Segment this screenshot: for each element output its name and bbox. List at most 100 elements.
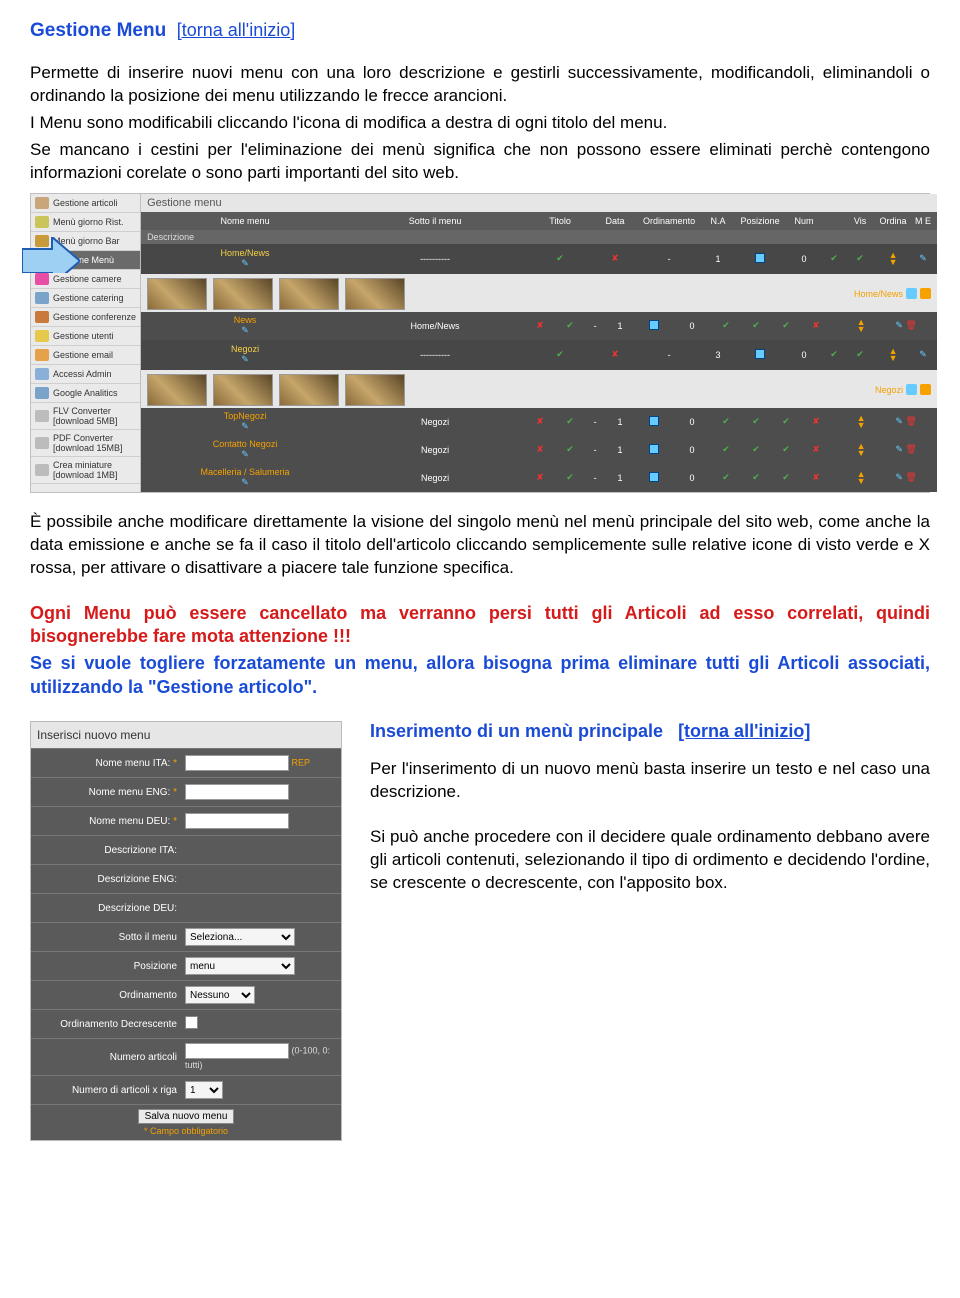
reorder-arrows[interactable]: ▲▼ [873,252,913,266]
check-icon[interactable]: ✔ [566,472,574,482]
edit-icon[interactable]: ✎ [919,253,927,263]
check-icon[interactable]: ✔ [722,444,730,454]
trash-icon[interactable]: 🗑 [905,320,916,330]
edit-icon[interactable]: ✎ [241,325,249,335]
trash-icon[interactable]: 🗑 [905,416,916,426]
edit-small-icon[interactable] [906,384,917,395]
x-icon[interactable]: ✘ [536,444,544,454]
insert-back-link[interactable]: [torna all'inizio] [678,721,810,741]
sidebar-item-8[interactable]: Gestione email [31,346,140,365]
x-icon[interactable]: ✘ [536,416,544,426]
check-icon[interactable]: ✔ [556,253,564,263]
check-icon[interactable]: ✔ [556,349,564,359]
text-field[interactable] [185,755,289,771]
reorder-arrows[interactable]: ▲▼ [831,471,891,485]
text-field[interactable] [185,784,289,800]
arrow-small-icon[interactable] [920,288,931,299]
edit-icon[interactable]: ✎ [241,477,249,487]
check-icon[interactable]: ✔ [782,472,790,482]
sidebar-item-7[interactable]: Gestione utenti [31,327,140,346]
check-icon[interactable]: ✔ [856,349,864,359]
back-to-top-link[interactable]: [torna all'inizio] [177,20,296,40]
check-icon[interactable]: ✔ [856,253,864,263]
edit-icon[interactable]: ✎ [241,258,249,268]
x-icon[interactable]: ✘ [611,349,619,359]
edit-icon[interactable]: ✎ [895,416,903,426]
form-label: Nome menu ENG: * [37,787,185,798]
x-icon[interactable]: ✘ [812,472,820,482]
sidebar-item-10[interactable]: Google Analitics [31,384,140,403]
edit-icon[interactable]: ✎ [241,421,249,431]
check-icon[interactable]: ✔ [752,320,760,330]
num-value: 0 [673,321,711,331]
check-icon[interactable]: ✔ [566,444,574,454]
x-icon[interactable]: ✘ [611,253,619,263]
position-icon[interactable] [649,416,659,426]
sidebar-item-13[interactable]: Crea miniature[download 1MB] [31,457,140,484]
reorder-arrows[interactable]: ▲▼ [831,443,891,457]
na-value: 1 [605,321,635,331]
edit-icon[interactable]: ✎ [895,444,903,454]
check-icon[interactable]: ✔ [722,472,730,482]
position-icon[interactable] [755,253,765,263]
trash-icon[interactable]: 🗑 [905,472,916,482]
x-icon[interactable]: ✘ [812,320,820,330]
check-icon[interactable]: ✔ [722,320,730,330]
col-num: Num [787,216,821,226]
edit-icon[interactable]: ✎ [919,349,927,359]
edit-icon[interactable]: ✎ [241,354,249,364]
check-icon[interactable]: ✔ [782,444,790,454]
check-icon[interactable]: ✔ [830,253,838,263]
edit-icon[interactable]: ✎ [895,472,903,482]
pointer-arrow-icon [22,237,80,273]
sidebar-item-0[interactable]: Gestione articoli [31,194,140,213]
trash-icon[interactable]: 🗑 [905,444,916,454]
check-icon[interactable]: ✔ [752,444,760,454]
sidebar-icon [35,437,49,449]
select-field[interactable]: Seleziona... [185,928,295,946]
check-icon[interactable]: ✔ [566,416,574,426]
position-icon[interactable] [649,444,659,454]
sidebar-item-5[interactable]: Gestione catering [31,289,140,308]
position-icon[interactable] [649,320,659,330]
check-icon[interactable]: ✔ [722,416,730,426]
check-icon[interactable]: ✔ [830,349,838,359]
checkbox[interactable] [185,1016,198,1029]
required-asterisk: * [173,816,177,827]
sidebar-item-9[interactable]: Accessi Admin [31,365,140,384]
num-value: 0 [787,350,821,360]
position-icon[interactable] [649,472,659,482]
sidebar-item-11[interactable]: FLV Converter[download 5MB] [31,403,140,430]
save-button[interactable]: Salva nuovo menu [138,1109,235,1124]
check-icon[interactable]: ✔ [566,320,574,330]
num-value: 0 [673,445,711,455]
form-label: Sotto il menu [37,932,185,943]
x-icon[interactable]: ✘ [812,416,820,426]
select-field[interactable]: menu [185,957,295,975]
x-icon[interactable]: ✘ [812,444,820,454]
edit-icon[interactable]: ✎ [241,449,249,459]
sidebar-icon [35,410,49,422]
sidebar-item-6[interactable]: Gestione conferenze [31,308,140,327]
position-icon[interactable] [755,349,765,359]
check-icon[interactable]: ✔ [752,472,760,482]
select-field[interactable]: Nessuno [185,986,255,1004]
arrow-small-icon[interactable] [920,384,931,395]
reorder-arrows[interactable]: ▲▼ [831,415,891,429]
x-icon[interactable]: ✘ [536,472,544,482]
edit-icon[interactable]: ✎ [895,320,903,330]
sidebar-item-12[interactable]: PDF Converter[download 15MB] [31,430,140,457]
x-icon[interactable]: ✘ [536,320,544,330]
check-icon[interactable]: ✔ [782,320,790,330]
text-field[interactable] [185,813,289,829]
reorder-arrows[interactable]: ▲▼ [831,319,891,333]
check-icon[interactable]: ✔ [752,416,760,426]
check-icon[interactable]: ✔ [782,416,790,426]
select-field[interactable]: 1 [185,1081,223,1099]
sidebar-item-label: Gestione camere [53,274,122,284]
text-field[interactable] [185,1043,289,1059]
reorder-arrows[interactable]: ▲▼ [873,348,913,362]
sidebar-item-1[interactable]: Menù giorno Rist. [31,213,140,232]
sidebar-icon [35,387,49,399]
edit-small-icon[interactable] [906,288,917,299]
